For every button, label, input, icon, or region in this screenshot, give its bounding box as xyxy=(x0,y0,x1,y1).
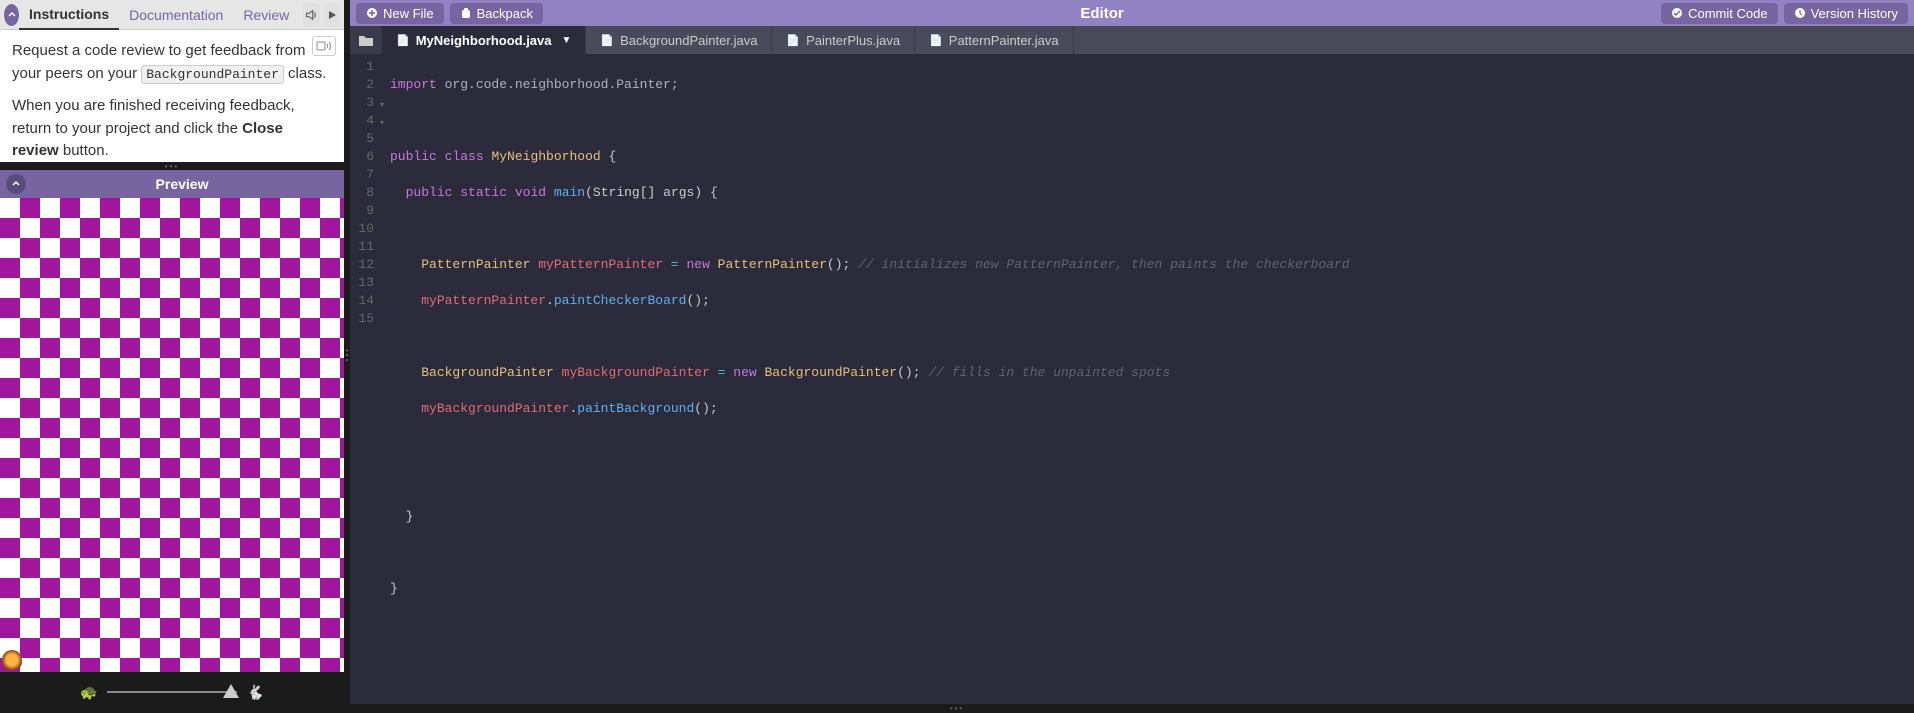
fold-icon[interactable]: ▾ xyxy=(380,115,384,133)
play-icon[interactable] xyxy=(324,3,340,27)
instructions-text-2b: button. xyxy=(59,142,109,159)
collapse-preview-icon[interactable] xyxy=(6,174,26,194)
line-number: 10 xyxy=(350,220,374,238)
folder-icon xyxy=(358,33,374,47)
tab-review[interactable]: Review xyxy=(233,1,299,29)
tab-documentation[interactable]: Documentation xyxy=(119,1,233,29)
file-icon: 📄 xyxy=(396,34,410,47)
commit-button[interactable]: Commit Code xyxy=(1661,3,1777,24)
line-number: 3▾ xyxy=(350,94,374,112)
bottom-resize-handle[interactable]: ••• xyxy=(0,704,1914,712)
file-tab-myneighborhood[interactable]: 📄 MyNeighborhood.java ▼ xyxy=(382,26,586,54)
file-tab-label: PainterPlus.java xyxy=(806,33,900,48)
file-tab-painterplus[interactable]: 📄 PainterPlus.java xyxy=(772,26,915,54)
line-number: 8 xyxy=(350,184,374,202)
tortoise-icon: 🐢 xyxy=(80,684,97,701)
left-tabs-header: Instructions Documentation Review xyxy=(0,0,344,30)
line-number: 2 xyxy=(350,76,374,94)
instructions-text-1b: class. xyxy=(284,65,327,82)
left-panel: Instructions Documentation Review Reques… xyxy=(0,0,344,712)
line-number: 9 xyxy=(350,202,374,220)
file-tab-label: MyNeighborhood.java xyxy=(416,33,552,48)
file-tabs: 📄 MyNeighborhood.java ▼ 📄 BackgroundPain… xyxy=(350,26,1914,54)
line-number: 14 xyxy=(350,292,374,310)
line-number: 4▾ xyxy=(350,112,374,130)
line-number: 6 xyxy=(350,148,374,166)
history-label: Version History xyxy=(1811,6,1898,21)
file-icon: 📄 xyxy=(600,34,614,47)
plus-icon xyxy=(366,7,378,19)
line-number: 5 xyxy=(350,130,374,148)
code-editor[interactable]: 1 2 3▾ 4▾ 5 6 7 8 9 10 11 12 13 14 15 im… xyxy=(350,54,1914,712)
line-numbers: 1 2 3▾ 4▾ 5 6 7 8 9 10 11 12 13 14 15 xyxy=(350,54,380,712)
line-number: 12 xyxy=(350,256,374,274)
right-panel: New File Backpack Editor Commit Code Ver… xyxy=(350,0,1914,712)
new-file-label: New File xyxy=(383,6,434,21)
tts-icon[interactable] xyxy=(312,36,336,56)
line-number: 15 xyxy=(350,310,374,328)
code-tag: BackgroundPainter xyxy=(141,65,284,84)
preview-canvas xyxy=(0,198,344,672)
new-file-button[interactable]: New File xyxy=(356,3,444,24)
line-number: 13 xyxy=(350,274,374,292)
editor-title: Editor xyxy=(549,5,1655,22)
fold-icon[interactable]: ▾ xyxy=(380,97,384,115)
file-icon: 📄 xyxy=(929,34,943,47)
painter-sprite xyxy=(2,650,22,670)
preview-area: 🐢 🐇 xyxy=(0,198,344,712)
history-button[interactable]: Version History xyxy=(1784,3,1908,24)
tab-instructions[interactable]: Instructions xyxy=(19,0,119,30)
file-icon: 📄 xyxy=(786,34,800,47)
slider-thumb[interactable] xyxy=(223,684,239,698)
preview-title: Preview xyxy=(26,176,338,192)
folder-button[interactable] xyxy=(350,26,382,54)
commit-label: Commit Code xyxy=(1688,6,1767,21)
editor-toolbar: New File Backpack Editor Commit Code Ver… xyxy=(350,0,1914,26)
slider-track[interactable] xyxy=(107,691,236,693)
file-tab-label: PatternPainter.java xyxy=(949,33,1059,48)
chevron-down-icon[interactable]: ▼ xyxy=(562,35,572,46)
instructions-content: Request a code review to get feedback fr… xyxy=(0,30,344,162)
line-number: 7 xyxy=(350,166,374,184)
file-tab-backgroundpainter[interactable]: 📄 BackgroundPainter.java xyxy=(586,26,772,54)
preview-header: Preview xyxy=(0,170,344,198)
code-content[interactable]: import org.code.neighborhood.Painter; pu… xyxy=(380,54,1914,712)
file-tab-patternpainter[interactable]: 📄 PatternPainter.java xyxy=(915,26,1074,54)
backpack-icon xyxy=(460,7,472,19)
rabbit-icon: 🐇 xyxy=(247,684,264,701)
line-number: 11 xyxy=(350,238,374,256)
collapse-left-icon[interactable] xyxy=(4,4,19,26)
audio-icon[interactable] xyxy=(303,3,319,27)
check-icon xyxy=(1671,7,1683,19)
clock-icon xyxy=(1794,7,1806,19)
line-number: 1 xyxy=(350,58,374,76)
backpack-label: Backpack xyxy=(477,6,533,21)
horizontal-resize-handle[interactable]: ••• xyxy=(0,162,344,170)
backpack-button[interactable]: Backpack xyxy=(450,3,543,24)
file-tab-label: BackgroundPainter.java xyxy=(620,33,757,48)
